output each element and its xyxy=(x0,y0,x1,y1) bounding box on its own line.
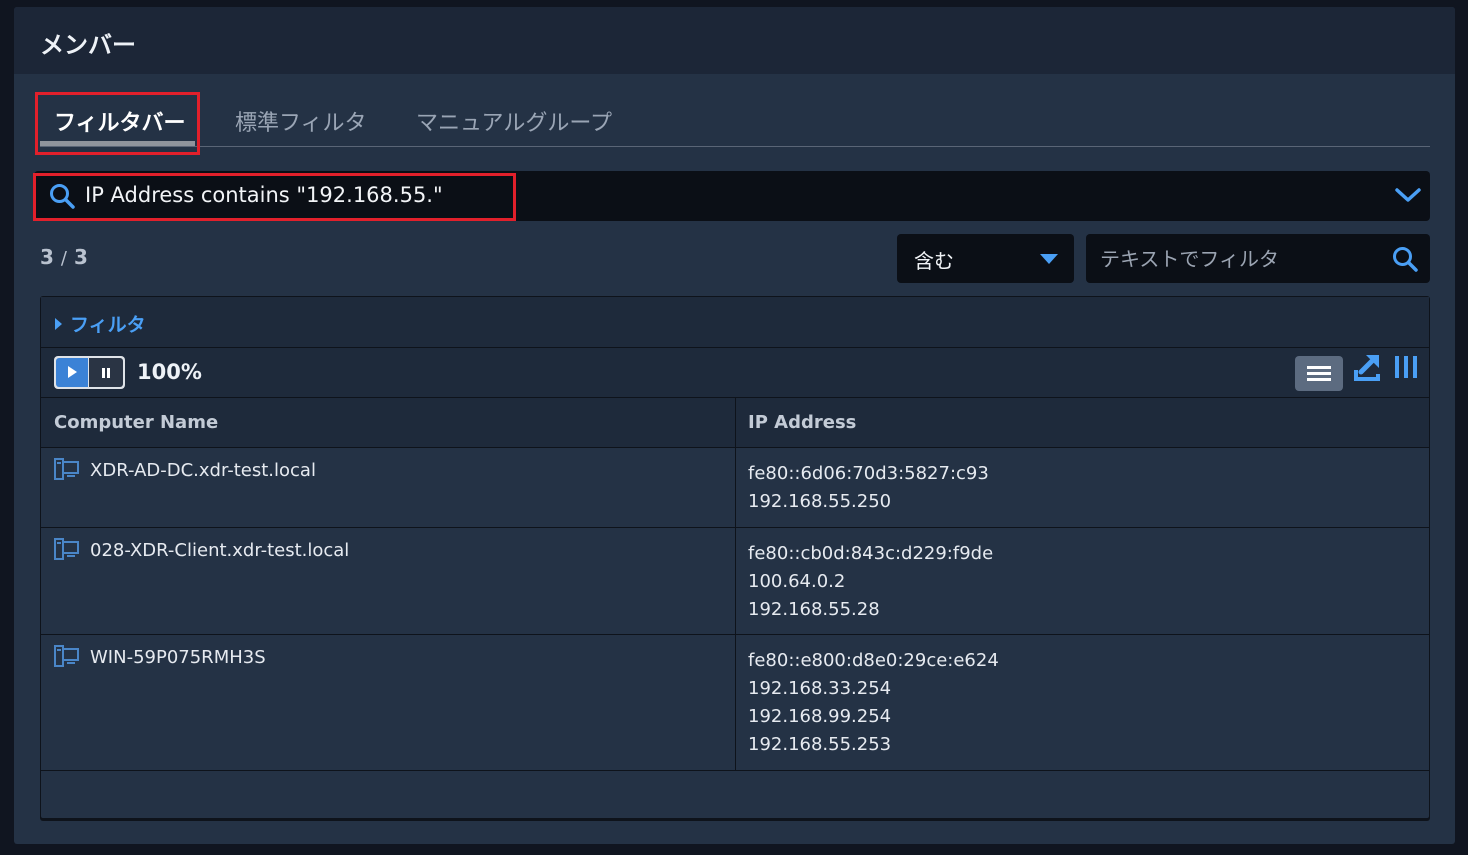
caret-down-icon xyxy=(1040,254,1058,264)
text-filter-input[interactable] xyxy=(1086,234,1430,283)
computer-name: XDR-AD-DC.xdr-test.local xyxy=(90,460,316,481)
column-header-computer-name[interactable]: Computer Name xyxy=(54,412,218,433)
computer-name-cell: 028-XDR-Client.xdr-test.local xyxy=(54,538,350,562)
grid-toolbar: 100% xyxy=(41,348,1429,398)
ip-address: fe80::e800:d8e0:29ce:e624 xyxy=(748,650,999,671)
refresh-control-group xyxy=(54,356,125,389)
members-panel: メンバー フィルタバー 標準フィルタ マニュアルグループ IP Address … xyxy=(14,7,1455,844)
filter-toggle-label: フィルタ xyxy=(70,314,146,336)
highlight-box-tab xyxy=(35,92,200,155)
ip-address-cell: fe80::e800:d8e0:29ce:e624 192.168.33.254… xyxy=(748,647,999,759)
result-total-count: 3 xyxy=(73,245,88,269)
ip-address-cell: fe80::6d06:70d3:5827:c93 192.168.55.250 xyxy=(748,460,989,516)
highlight-box-query xyxy=(33,173,516,221)
result-count: 3 / 3 xyxy=(40,245,88,269)
ip-address: 192.168.55.28 xyxy=(748,599,880,620)
ip-address: 192.168.55.250 xyxy=(748,491,892,512)
ip-address: 192.168.33.254 xyxy=(748,678,892,699)
computer-name-cell: WIN-59P075RMH3S xyxy=(54,645,266,669)
computer-icon xyxy=(54,458,79,480)
search-icon[interactable] xyxy=(1392,246,1418,272)
ip-address: fe80::6d06:70d3:5827:c93 xyxy=(748,463,989,484)
ip-address: 192.168.99.254 xyxy=(748,706,892,727)
panel-header: メンバー xyxy=(14,7,1455,74)
ip-address-cell: fe80::cb0d:843c:d229:f9de 100.64.0.2 192… xyxy=(748,540,993,624)
menu-button[interactable] xyxy=(1295,356,1343,391)
refresh-percent: 100% xyxy=(137,360,202,384)
column-separator xyxy=(735,398,736,770)
computer-name: WIN-59P075RMH3S xyxy=(90,647,266,668)
members-grid: フィルタ 100% Computer Name IP Address XDR-A… xyxy=(40,296,1430,819)
computer-name-cell: XDR-AD-DC.xdr-test.local xyxy=(54,458,316,482)
ip-address: fe80::cb0d:843c:d229:f9de xyxy=(748,543,994,564)
ip-address: 100.64.0.2 xyxy=(748,571,846,592)
export-icon[interactable] xyxy=(1353,352,1383,382)
column-header-ip-address[interactable]: IP Address xyxy=(748,412,856,433)
pause-button[interactable] xyxy=(89,358,123,387)
caret-right-icon xyxy=(55,318,62,330)
columns-icon[interactable] xyxy=(1392,353,1422,383)
play-button[interactable] xyxy=(56,358,88,387)
tab-manual-group[interactable]: マニュアルグループ xyxy=(416,105,612,137)
operator-select[interactable]: 含む xyxy=(897,234,1074,283)
panel-title: メンバー xyxy=(40,31,136,59)
filter-expand-toggle[interactable]: フィルタ xyxy=(55,310,146,337)
result-count-separator: / xyxy=(60,248,67,269)
result-shown-count: 3 xyxy=(40,245,54,269)
chevron-down-icon[interactable] xyxy=(1394,185,1422,205)
computer-icon xyxy=(54,645,79,667)
computer-icon xyxy=(54,538,79,560)
computer-name: 028-XDR-Client.xdr-test.local xyxy=(90,540,350,561)
operator-select-value: 含む xyxy=(914,249,954,273)
ip-address: 192.168.55.253 xyxy=(748,734,892,755)
grid-filter-row: フィルタ xyxy=(41,297,1429,348)
tab-standard-filter[interactable]: 標準フィルタ xyxy=(235,105,367,137)
tab-divider xyxy=(40,146,1430,147)
